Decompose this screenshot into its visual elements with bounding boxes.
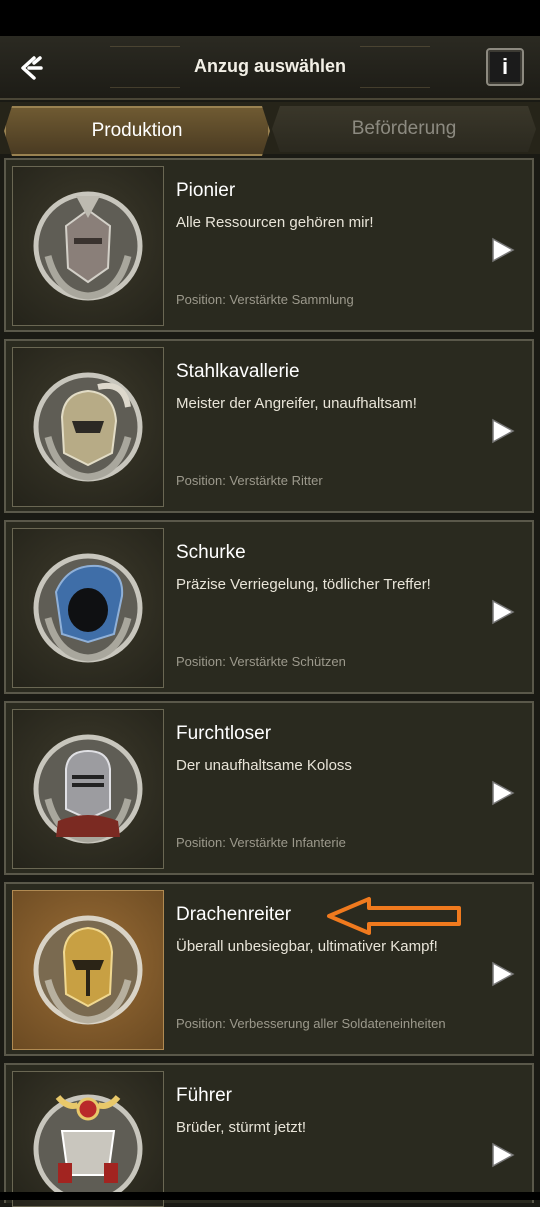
suit-description: Meister der Angreifer, unaufhaltsam! <box>176 395 417 412</box>
suit-card-fuehrer[interactable]: Führer Brüder, stürmt jetzt! <box>4 1063 534 1207</box>
suit-card-pionier[interactable]: Pionier Alle Ressourcen gehören mir! Pos… <box>4 158 534 332</box>
play-icon[interactable] <box>488 236 516 264</box>
page-title: Anzug auswählen <box>193 56 346 76</box>
suit-portrait <box>12 528 164 688</box>
suit-portrait <box>12 347 164 507</box>
tab-bar: Produktion Beförderung <box>0 102 540 154</box>
suit-name: Stahlkavallerie <box>176 361 300 382</box>
header-bar: Anzug auswählen i <box>0 36 540 100</box>
suit-description: Präzise Verriegelung, tödlicher Treffer! <box>176 576 431 593</box>
suit-portrait <box>12 709 164 869</box>
play-icon[interactable] <box>488 1141 516 1169</box>
tab-produktion[interactable]: Produktion <box>4 106 270 156</box>
suit-name: Schurke <box>176 542 246 563</box>
samurai-helmet-icon <box>33 1094 143 1199</box>
suit-description: Alle Ressourcen gehören mir! <box>176 214 374 231</box>
tab-befoerderung[interactable]: Beförderung <box>272 106 536 152</box>
suit-position: Position: Verstärkte Infanterie <box>176 835 346 850</box>
suit-card-furchtloser[interactable]: Furchtloser Der unaufhaltsame Koloss Pos… <box>4 701 534 875</box>
play-icon[interactable] <box>488 960 516 988</box>
suit-position: Position: Verstärkte Ritter <box>176 473 323 488</box>
hood-icon <box>33 553 143 663</box>
suit-portrait <box>12 166 164 326</box>
info-button[interactable]: i <box>486 48 524 86</box>
helmet-knight-icon <box>33 734 143 844</box>
info-icon: i <box>501 54 509 79</box>
helmet-plumed-icon <box>33 372 143 482</box>
helmet-horned-icon <box>33 191 143 301</box>
suit-description: Der unaufhaltsame Koloss <box>176 757 352 774</box>
suit-name: Führer <box>176 1085 232 1106</box>
suit-position: Position: Verbesserung aller Soldatenein… <box>176 1016 446 1031</box>
suit-card-schurke[interactable]: Schurke Präzise Verriegelung, tödlicher … <box>4 520 534 694</box>
suit-portrait <box>12 1071 164 1207</box>
suit-description: Überall unbesiegbar, ultimativer Kampf! <box>176 938 438 955</box>
suit-position: Position: Verstärkte Schützen <box>176 654 346 669</box>
suit-portrait <box>12 890 164 1050</box>
play-icon[interactable] <box>488 598 516 626</box>
suit-name: Furchtloser <box>176 723 272 744</box>
bottom-bar <box>0 1192 540 1200</box>
annotation-arrow-icon <box>327 897 461 935</box>
status-bar <box>0 0 540 36</box>
suit-description: Brüder, stürmt jetzt! <box>176 1119 307 1136</box>
suit-position: Position: Verstärkte Sammlung <box>176 292 354 307</box>
helmet-gold-icon <box>33 915 143 1025</box>
suit-name: Drachenreiter <box>176 904 292 925</box>
play-icon[interactable] <box>488 417 516 445</box>
play-icon[interactable] <box>488 779 516 807</box>
suit-name: Pionier <box>176 180 236 201</box>
suit-card-stahlkavallerie[interactable]: Stahlkavallerie Meister der Angreifer, u… <box>4 339 534 513</box>
